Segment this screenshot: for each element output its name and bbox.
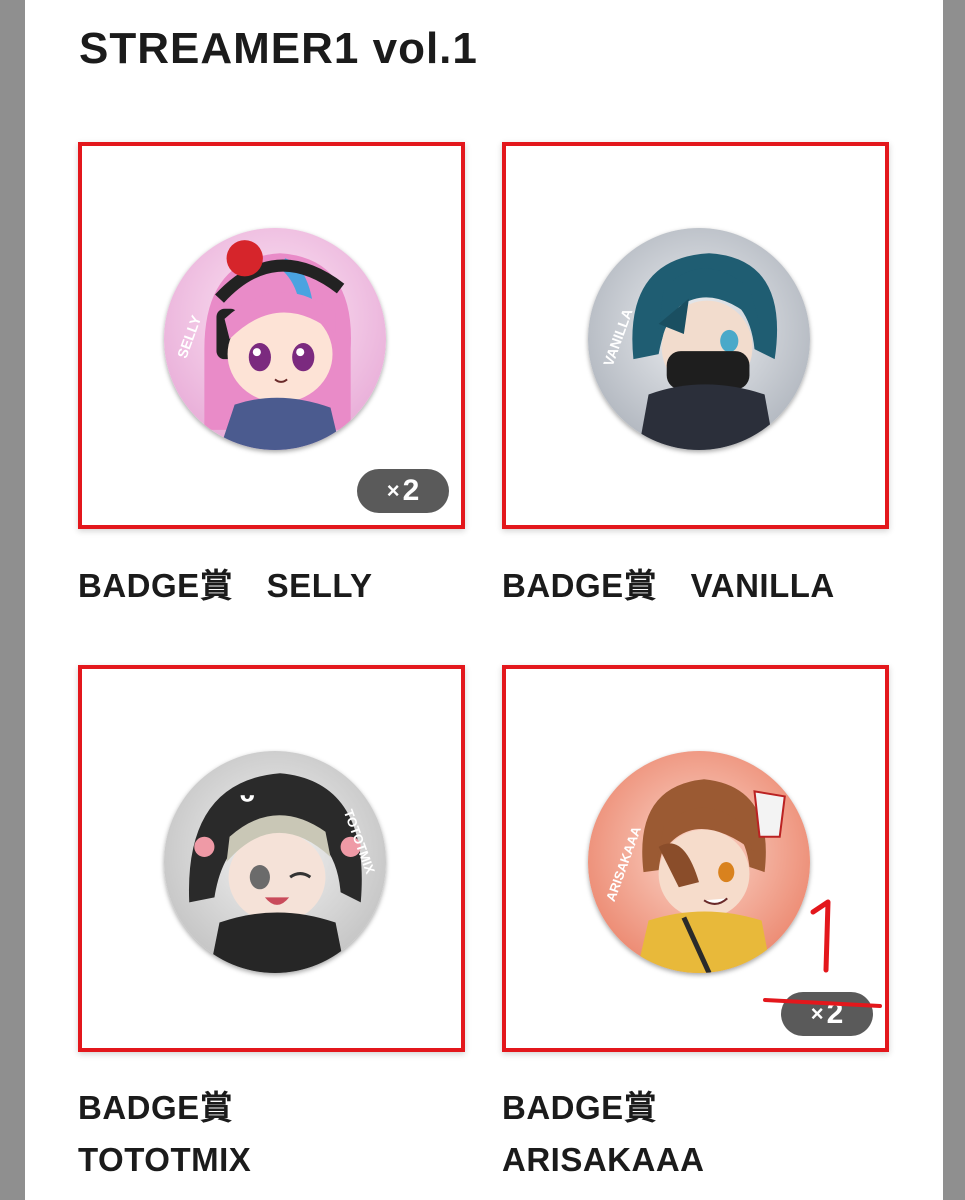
badge-card-arisakaaa[interactable]: ARISAKAAA × 2 xyxy=(502,665,889,1052)
multiply-icon: × xyxy=(810,1001,824,1026)
quantity-badge: × 2 xyxy=(357,469,449,513)
badge-card-tototmix[interactable]: ᴗ TOTOTMIX xyxy=(78,665,465,1052)
quantity-value: 2 xyxy=(402,474,420,507)
badge-card-selly[interactable]: SELLY × 2 xyxy=(78,142,465,529)
badge-card-vanilla[interactable]: VANILLA xyxy=(502,142,889,529)
page-title: STREAMER1 vol.1 xyxy=(79,24,478,73)
item-label-line2[interactable]: ARISAKAAA xyxy=(502,1134,902,1186)
item-label-line1[interactable]: BADGE賞 xyxy=(78,1082,478,1134)
quantity-value: 2 xyxy=(826,997,844,1030)
svg-text:ᴗ: ᴗ xyxy=(240,781,255,807)
badge-image-tototmix: ᴗ TOTOTMIX xyxy=(164,751,386,973)
prize-list-page: STREAMER1 vol.1 SELLY × 2 BADGE賞 SELLY V… xyxy=(25,0,943,1200)
badge-image-arisakaaa: ARISAKAAA xyxy=(588,751,810,973)
item-label[interactable]: BADGE賞 VANILLA xyxy=(502,560,902,612)
item-label-line2[interactable]: TOTOTMIX xyxy=(78,1134,478,1186)
quantity-badge: × 2 xyxy=(781,992,873,1036)
item-label[interactable]: BADGE賞 SELLY xyxy=(78,560,478,612)
item-label-line1[interactable]: BADGE賞 xyxy=(502,1082,902,1134)
badge-image-selly: SELLY xyxy=(164,228,386,450)
badge-image-vanilla: VANILLA xyxy=(588,228,810,450)
multiply-icon: × xyxy=(386,478,400,503)
